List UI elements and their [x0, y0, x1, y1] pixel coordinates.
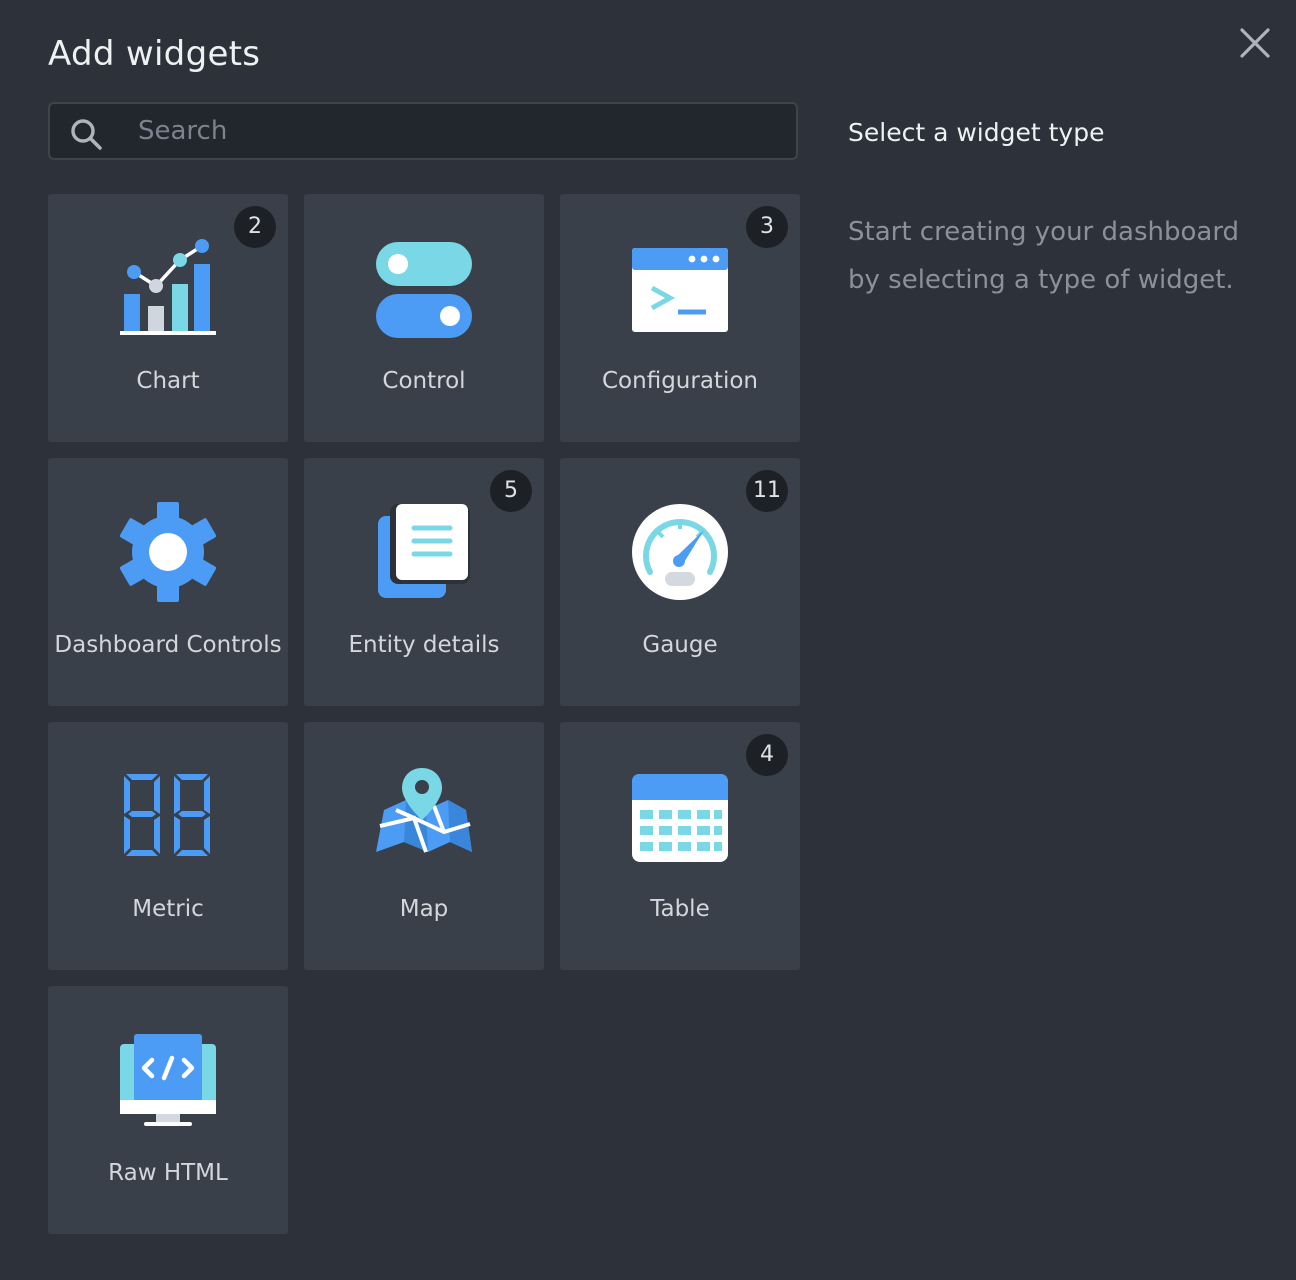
widget-label: Configuration — [602, 368, 758, 394]
count-badge: 11 — [746, 470, 788, 512]
dialog-title: Add widgets — [48, 34, 261, 74]
widget-tile-control[interactable]: Control — [304, 194, 544, 442]
map-pin-icon — [376, 768, 472, 853]
widget-grid: 2 Chart Control 3 Configuration Dashboar… — [48, 194, 800, 1234]
document-icon — [378, 504, 470, 598]
widget-tile-raw-html[interactable]: Raw HTML — [48, 986, 288, 1234]
widget-tile-gauge[interactable]: 11 Gauge — [560, 458, 800, 706]
widget-tile-dashboard-controls[interactable]: Dashboard Controls — [48, 458, 288, 706]
gauge-icon — [632, 504, 728, 600]
close-button[interactable] — [1232, 20, 1278, 66]
count-badge: 2 — [234, 206, 276, 248]
search-icon — [71, 119, 102, 150]
digits-icon — [124, 774, 210, 856]
terminal-icon — [632, 248, 728, 332]
gear-icon — [119, 502, 217, 602]
count-badge: 4 — [746, 734, 788, 776]
code-monitor-icon — [120, 1034, 216, 1126]
widget-label: Chart — [136, 368, 200, 394]
side-panel-heading: Select a widget type — [848, 118, 1105, 147]
widget-tile-chart[interactable]: 2 Chart — [48, 194, 288, 442]
table-icon — [632, 774, 728, 862]
count-badge: 5 — [490, 470, 532, 512]
widget-label: Raw HTML — [108, 1160, 228, 1186]
search-input[interactable] — [138, 104, 778, 158]
widget-label: Dashboard Controls — [54, 632, 282, 658]
widget-tile-entity-details[interactable]: 5 Entity details — [304, 458, 544, 706]
widget-tile-map[interactable]: Map — [304, 722, 544, 970]
widget-label: Metric — [132, 896, 204, 922]
widget-label: Gauge — [642, 632, 718, 658]
toggle-icon — [376, 242, 472, 338]
close-icon — [1240, 28, 1270, 58]
widget-tile-table[interactable]: 4 Table — [560, 722, 800, 970]
side-panel-description: Start creating your dashboard by selecti… — [848, 217, 1240, 295]
widget-tile-configuration[interactable]: 3 Configuration — [560, 194, 800, 442]
add-widgets-dialog: Add widgets 2 — [0, 0, 1296, 1280]
widget-label: Table — [650, 896, 710, 922]
count-badge: 3 — [746, 206, 788, 248]
chart-icon — [120, 239, 216, 335]
widget-label: Entity details — [348, 632, 500, 658]
widget-label: Control — [382, 368, 466, 394]
search-box — [48, 102, 798, 160]
widget-tile-metric[interactable]: Metric — [48, 722, 288, 970]
widget-label: Map — [399, 896, 449, 922]
